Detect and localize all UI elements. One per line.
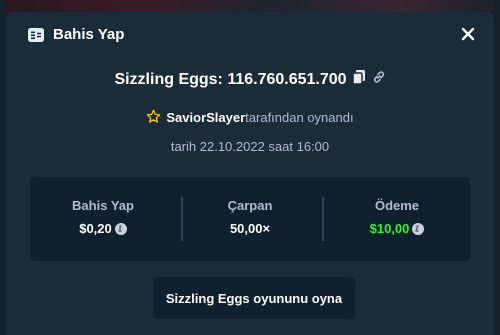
played-by-text: tarafından oynandı: [245, 110, 354, 125]
game-id-text: Sizzling Eggs: 116.760.651.700: [114, 71, 347, 89]
star-icon: [146, 109, 161, 129]
link-icon[interactable]: [372, 69, 386, 91]
modal-header: Bahis Yap: [6, 12, 494, 58]
stat-payout: Ödeme $10,00: [324, 177, 470, 261]
stat-label: Bahis Yap: [72, 198, 134, 213]
payout-value: $10,00: [369, 221, 410, 236]
stat-value: $0,20: [30, 221, 176, 237]
bet-details-modal: Bahis Yap Sizzling Eggs: 116.760.651.700…: [6, 12, 494, 335]
multiplier-value: 50,00×: [229, 221, 271, 236]
bet-slip-icon: [28, 28, 44, 42]
litecoin-icon: [412, 223, 425, 235]
play-game-button[interactable]: Sizzling Eggs oyununu oyna: [153, 277, 355, 319]
modal-title: Bahis Yap: [53, 26, 125, 43]
player-line: SaviorSlayertarafından oynandı: [6, 109, 494, 127]
player-name-link[interactable]: SaviorSlayer: [166, 110, 245, 125]
game-title-line: Sizzling Eggs: 116.760.651.700: [6, 69, 494, 91]
close-icon[interactable]: [460, 26, 476, 42]
bet-amount-value: $0,20: [79, 221, 112, 236]
litecoin-icon: [114, 223, 127, 235]
stat-label: Ödeme: [374, 198, 420, 213]
stat-label: Çarpan: [227, 198, 273, 213]
background-right-edge: [494, 0, 500, 335]
background-strip: [0, 0, 500, 12]
bet-date: tarih 22.10.2022 saat 16:00: [170, 139, 330, 154]
stat-value: $10,00: [324, 221, 470, 237]
stat-multiplier: Çarpan 50,00×: [177, 177, 323, 261]
stat-bet-amount: Bahis Yap $0,20: [30, 177, 176, 261]
copy-icon[interactable]: [351, 69, 366, 91]
bet-stats-panel: Bahis Yap $0,20 Çarpan 50,00× Ödeme $10,…: [30, 177, 470, 261]
